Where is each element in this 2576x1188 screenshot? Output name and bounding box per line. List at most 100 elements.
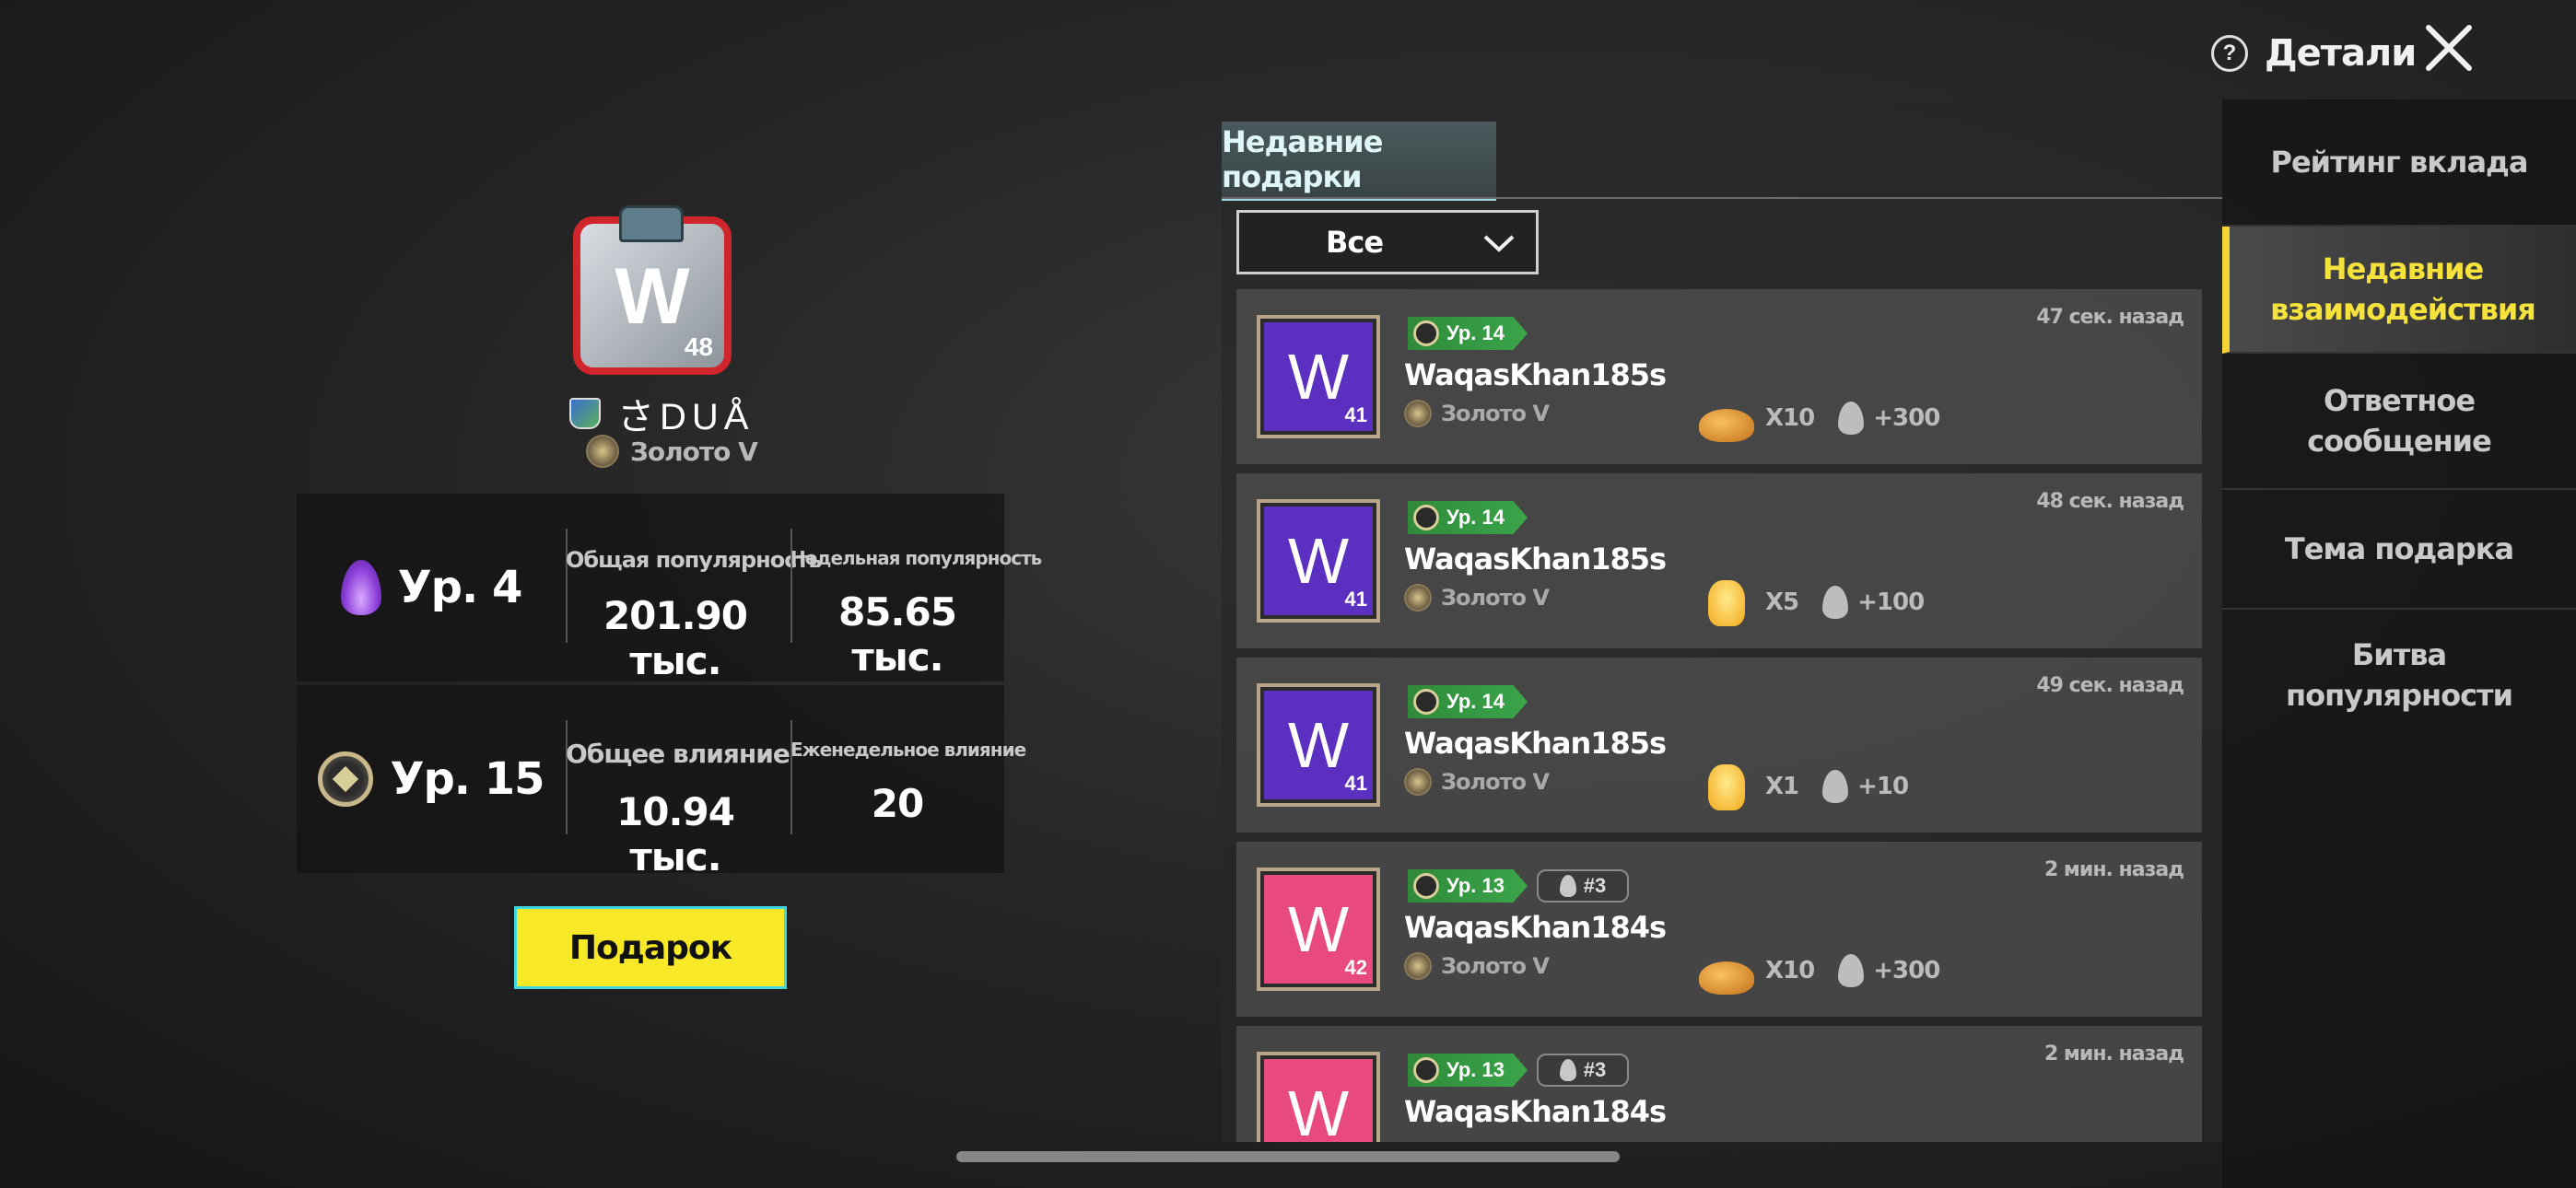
username: WaqasKhan185s: [1404, 357, 1667, 392]
chevron-down-icon: [1483, 235, 1515, 252]
avatar-level: 41: [1344, 772, 1367, 795]
rank-text: Золото V: [1441, 585, 1550, 611]
gift-points: +100: [1857, 588, 1925, 616]
tab-underline: [1222, 197, 2222, 199]
popularity-stats: Ур. 4 Общая популярность 201.90 тыс. Нед…: [297, 494, 1042, 683]
total-influence: Общее влияние 10.94 тыс.: [566, 685, 790, 879]
user-avatar[interactable]: W 42: [1257, 1052, 1380, 1142]
nav-contribution-rating[interactable]: Рейтинг вклада: [2222, 99, 2576, 227]
flame-icon: [1559, 1059, 1576, 1081]
roast-chicken-icon: [1697, 945, 1756, 996]
username: WaqasKhan184s: [1404, 910, 1667, 945]
compass-icon: [1413, 873, 1439, 899]
popularity-rank-badge: #3: [1537, 1054, 1629, 1087]
avatar-letter: W: [1287, 1077, 1350, 1142]
weekly-popularity: Недельная популярность 85.65 тыс.: [790, 494, 1042, 681]
influence-stats: Ур. 15 Общее влияние 10.94 тыс. Еженедел…: [297, 685, 1026, 879]
user-avatar[interactable]: W 41: [1257, 499, 1380, 623]
gift-list-item[interactable]: W 41 Ур. 14 WaqasKhan185s Золото V 49 се…: [1236, 658, 2202, 833]
top-hat-decoration: [619, 205, 684, 242]
gift-list-item[interactable]: W 42 Ур. 13 #3 WaqasKhan184s 2 мин. наза…: [1236, 1026, 2202, 1142]
timestamp: 49 сек. назад: [2036, 674, 2184, 697]
recent-gifts-panel: Недавние подарки Все W 41 Ур. 14 WaqasKh…: [1222, 99, 2222, 1142]
avatar-letter: W: [1287, 893, 1350, 965]
gold-rank-icon: [586, 435, 619, 468]
close-x-icon[interactable]: [2421, 20, 2476, 76]
user-avatar[interactable]: W 41: [1257, 315, 1380, 438]
rank-label: Золото V: [630, 436, 758, 467]
compass-icon: [1413, 689, 1439, 715]
weekly-influence-value: 20: [871, 781, 924, 826]
gift-list-item[interactable]: W 42 Ур. 13 #3 WaqasKhan184s Золото V 2 …: [1236, 842, 2202, 1017]
level-badge: Ур. 14: [1408, 685, 1528, 718]
nav-recent-interactions[interactable]: Недавние взаимодействия: [2222, 227, 2576, 354]
details-button[interactable]: ? Детали: [2211, 26, 2417, 81]
compass-icon: [1413, 320, 1439, 346]
weekly-popularity-value: 85.65 тыс.: [838, 589, 957, 680]
rank-text: Золото V: [1441, 769, 1550, 795]
rank-text: Золото V: [1441, 953, 1550, 979]
rank-text: Золото V: [1441, 401, 1550, 426]
gift-list-item[interactable]: W 41 Ур. 14 WaqasKhan185s Золото V 48 се…: [1236, 473, 2202, 648]
question-circle-icon: ?: [2211, 35, 2248, 72]
level-text: Ур. 14: [1446, 321, 1505, 344]
profile-name-row: さDUÅ: [569, 387, 754, 440]
gift-quantity: X1: [1765, 773, 1799, 800]
profile-avatar[interactable]: W 48: [573, 205, 732, 375]
timestamp: 48 сек. назад: [2036, 490, 2184, 513]
flame-icon: [1838, 402, 1865, 435]
avatar-level: 42: [1344, 956, 1367, 979]
popularity-level: Ур. 4: [297, 494, 566, 681]
total-popularity-label: Общая популярность: [566, 547, 823, 573]
gift-list-item[interactable]: W 41 Ур. 14 WaqasKhan185s Золото V 47 се…: [1236, 289, 2202, 464]
user-avatar[interactable]: W 42: [1257, 868, 1380, 991]
gift-points: +300: [1873, 957, 1940, 984]
compass-icon: [318, 751, 374, 807]
weekly-popularity-label: Недельная популярность: [790, 547, 1042, 569]
avatar-letter: W: [615, 252, 690, 341]
home-indicator[interactable]: [956, 1151, 1620, 1162]
username: WaqasKhan184s: [1404, 1094, 1667, 1129]
compass-icon: [1413, 505, 1439, 530]
level-badge: Ур. 13: [1408, 1054, 1528, 1087]
roast-chicken-icon: [1697, 392, 1756, 444]
gift-quantity: X5: [1765, 588, 1799, 616]
gold-rank-icon: [1404, 584, 1432, 611]
details-label: Детали: [2265, 32, 2417, 75]
total-popularity-value: 201.90 тыс.: [603, 593, 748, 683]
total-influence-label: Общее влияние: [566, 739, 790, 769]
player-name: さDUÅ: [617, 397, 755, 437]
level-text: Ур. 14: [1446, 690, 1505, 713]
weekly-influence: Еженедельное влияние 20: [790, 685, 1026, 873]
tab-recent-gifts[interactable]: Недавние подарки: [1222, 122, 1496, 201]
user-rank: Золото V: [1404, 768, 1550, 796]
influence-level: Ур. 15: [297, 685, 566, 873]
level-text: Ур. 13: [1446, 874, 1505, 897]
nav-gift-theme[interactable]: Тема подарка: [2222, 490, 2576, 610]
user-rank: Золото V: [1404, 952, 1550, 980]
nav-reply-message[interactable]: Ответное сообщение: [2222, 354, 2576, 490]
username: WaqasKhan185s: [1404, 726, 1667, 761]
rank-number: #3: [1583, 1058, 1607, 1081]
avatar-letter: W: [1287, 709, 1350, 781]
level-badge: Ур. 14: [1408, 317, 1528, 350]
timestamp: 2 мин. назад: [2043, 858, 2184, 881]
flame-icon: [1559, 875, 1576, 897]
total-influence-value: 10.94 тыс.: [616, 789, 735, 879]
rank-number: #3: [1583, 874, 1607, 897]
avatar-level: 41: [1344, 403, 1367, 426]
weekly-influence-label: Еженедельное влияние: [790, 739, 1026, 761]
compass-icon: [1413, 1057, 1439, 1083]
avatar-level: 42: [1345, 1140, 1367, 1142]
popularity-rank-badge: #3: [1537, 869, 1629, 903]
filter-dropdown[interactable]: Все: [1236, 210, 1539, 274]
gift-info: X10 +300: [1697, 392, 1940, 444]
gift-button[interactable]: Подарок: [514, 906, 787, 989]
flame-icon: [1838, 954, 1865, 987]
filter-value: Все: [1325, 225, 1384, 260]
gift-quantity: X10: [1765, 957, 1815, 984]
purple-flame-icon: [340, 560, 381, 615]
user-avatar[interactable]: W 41: [1257, 683, 1380, 807]
nav-popularity-battle[interactable]: Битва популярности: [2222, 610, 2576, 740]
popularity-level-text: Ур. 4: [397, 562, 523, 613]
